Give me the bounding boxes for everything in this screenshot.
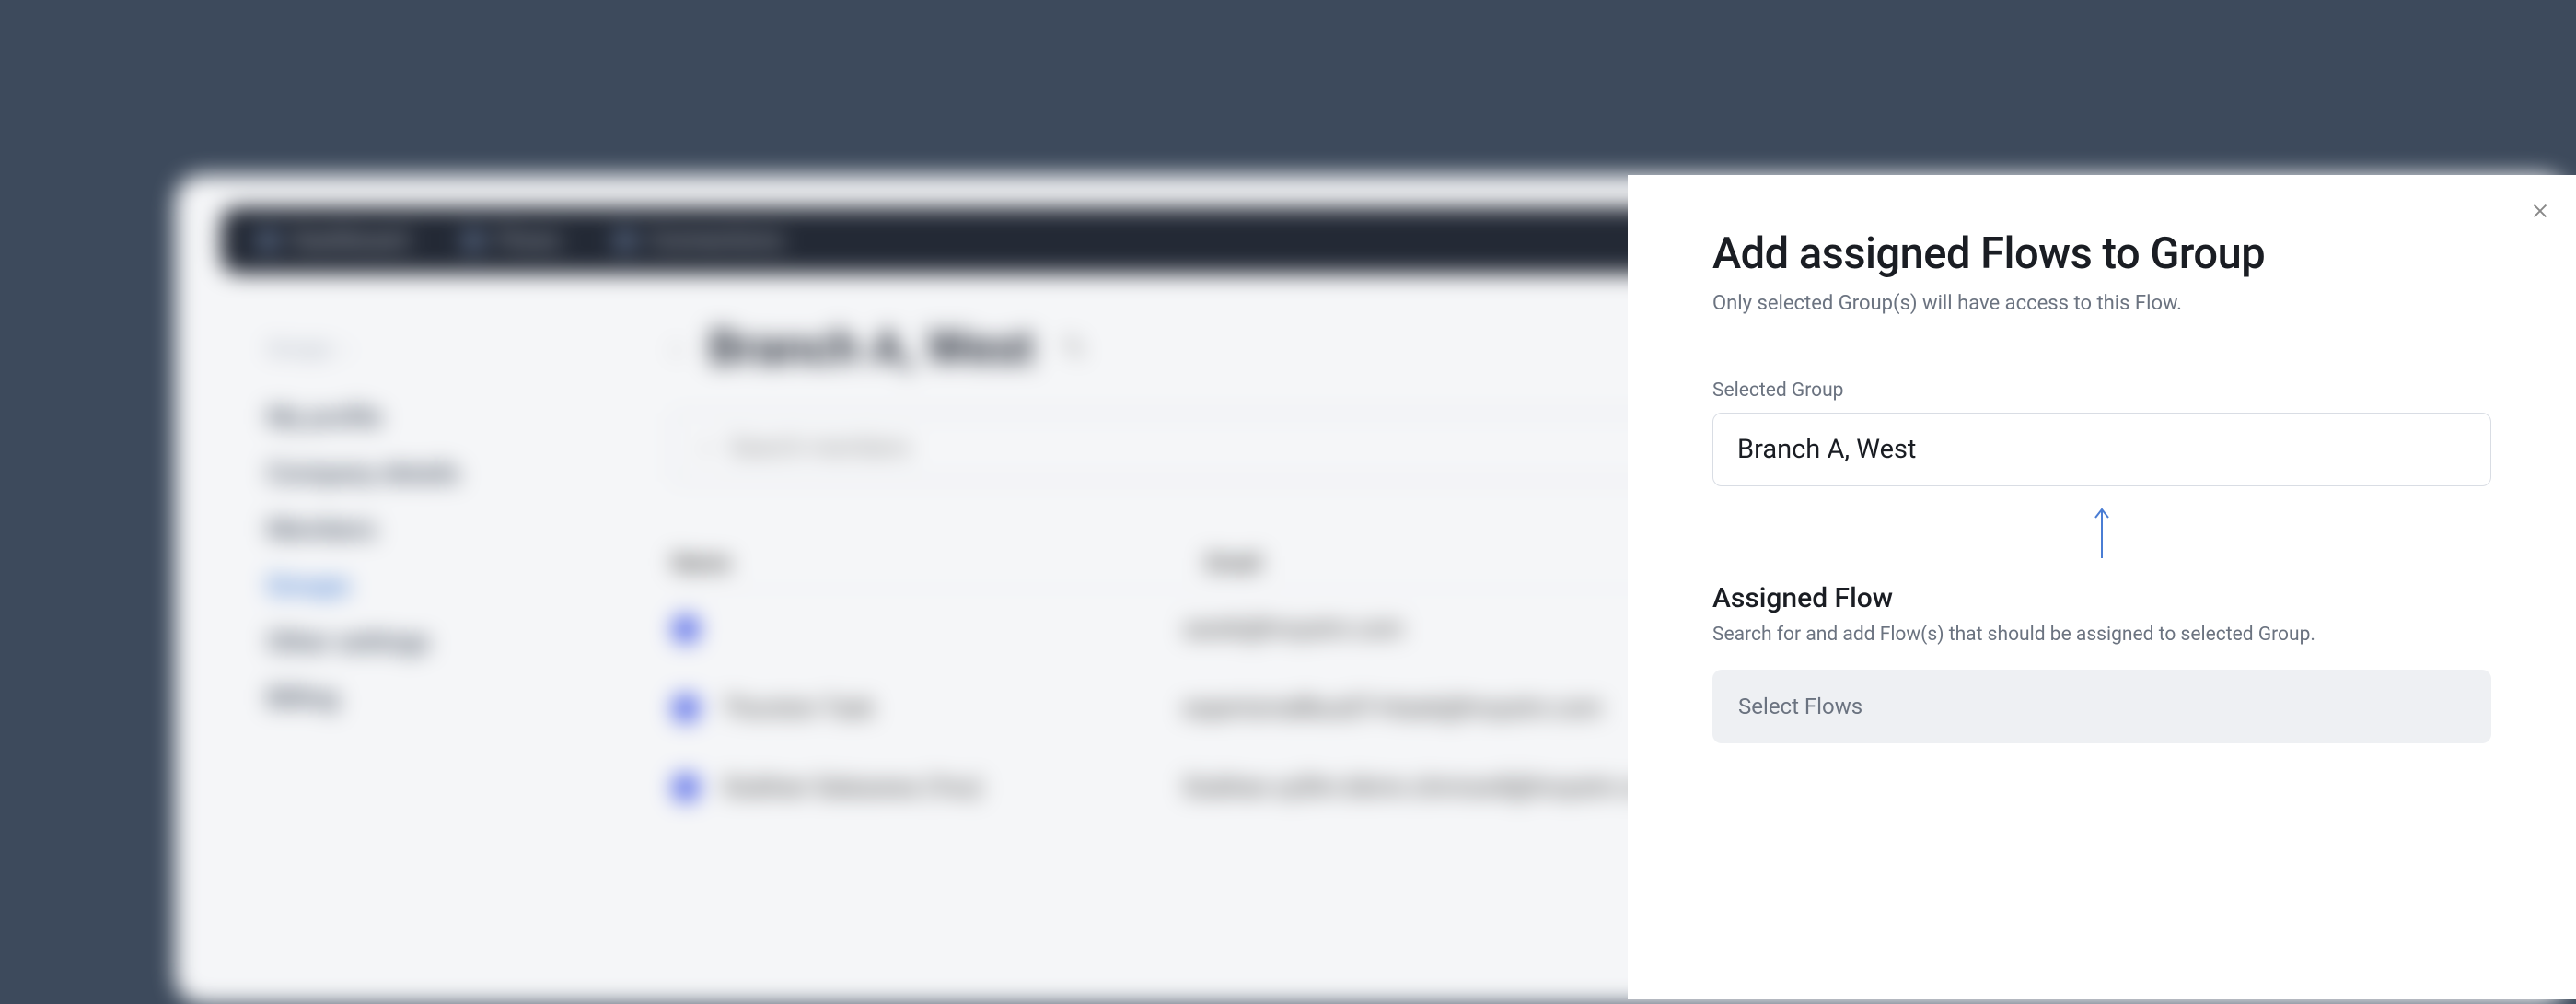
sidebar-item-billing[interactable]: Billing (267, 670, 617, 726)
avatar (672, 695, 700, 722)
dashboard-icon (258, 230, 278, 251)
select-flows-dropdown[interactable]: Select Flows (1712, 670, 2491, 743)
arrow-up-icon (2094, 507, 2110, 558)
assigned-flow-title: Assigned Flow (1712, 582, 2491, 614)
avatar (672, 615, 700, 643)
nav-label: Flows (497, 227, 560, 254)
nav-item-flows[interactable]: Flows (463, 227, 560, 254)
sidebar-item-other[interactable]: Other settings (267, 613, 617, 670)
row-name: Thurston Task (723, 695, 875, 722)
add-flows-panel: Add assigned Flows to Group Only selecte… (1628, 175, 2576, 999)
sidebar-item-profile[interactable]: My profile (267, 389, 617, 445)
column-name: Name (672, 550, 1206, 576)
assigned-flow-subtitle: Search for and add Flow(s) that should b… (1712, 624, 2491, 646)
nav-label: Dashboard (292, 227, 408, 254)
breadcrumb: Groups › (267, 338, 617, 361)
sidebar-item-groups[interactable]: Groups (267, 557, 617, 613)
panel-content: Add assigned Flows to Group Only selecte… (1628, 175, 2576, 743)
breadcrumb-label: Groups (267, 338, 332, 361)
panel-title: Add assigned Flows to Group (1712, 228, 2491, 279)
flows-icon (463, 230, 483, 251)
arrow-container (1712, 507, 2491, 558)
row-email: Siubhan.xy5lm.66mn.chrmswll@hrsystm.com (1183, 774, 1671, 801)
selected-group-field[interactable]: Branch A, West (1712, 413, 2491, 486)
sidebar-item-members[interactable]: Members (267, 501, 617, 557)
column-email: Email (1206, 550, 1261, 576)
row-email: sarah@hrsystm.com (1183, 615, 1403, 643)
selected-group-label: Selected Group (1712, 379, 2491, 402)
nav-item-dashboard[interactable]: Dashboard (258, 227, 408, 254)
search-input[interactable]: ⌕ Search members (672, 413, 1685, 482)
search-icon: ⌕ (700, 433, 714, 461)
settings-sidebar: Groups › My profile Company details Memb… (267, 320, 617, 827)
close-icon (2530, 201, 2550, 221)
panel-subtitle: Only selected Group(s) will have access … (1712, 292, 2491, 315)
connections-icon (615, 230, 635, 251)
row-name: Siubhan Salazaras (You) (723, 774, 982, 801)
row-email: expertsmallbus07+ttask@hrsystm.com (1183, 695, 1602, 722)
sidebar-item-company[interactable]: Company details (267, 445, 617, 501)
chevron-left-icon[interactable]: ‹ (672, 331, 681, 366)
page-title: Branch A, West (709, 320, 1035, 376)
close-button[interactable] (2530, 201, 2550, 225)
chevron-right-icon: › (343, 338, 350, 361)
edit-icon[interactable]: ✎ (1062, 331, 1086, 366)
nav-label: Connections (649, 227, 783, 254)
avatar (672, 774, 700, 801)
search-placeholder: Search members (730, 434, 911, 461)
nav-item-connections[interactable]: Connections (615, 227, 783, 254)
